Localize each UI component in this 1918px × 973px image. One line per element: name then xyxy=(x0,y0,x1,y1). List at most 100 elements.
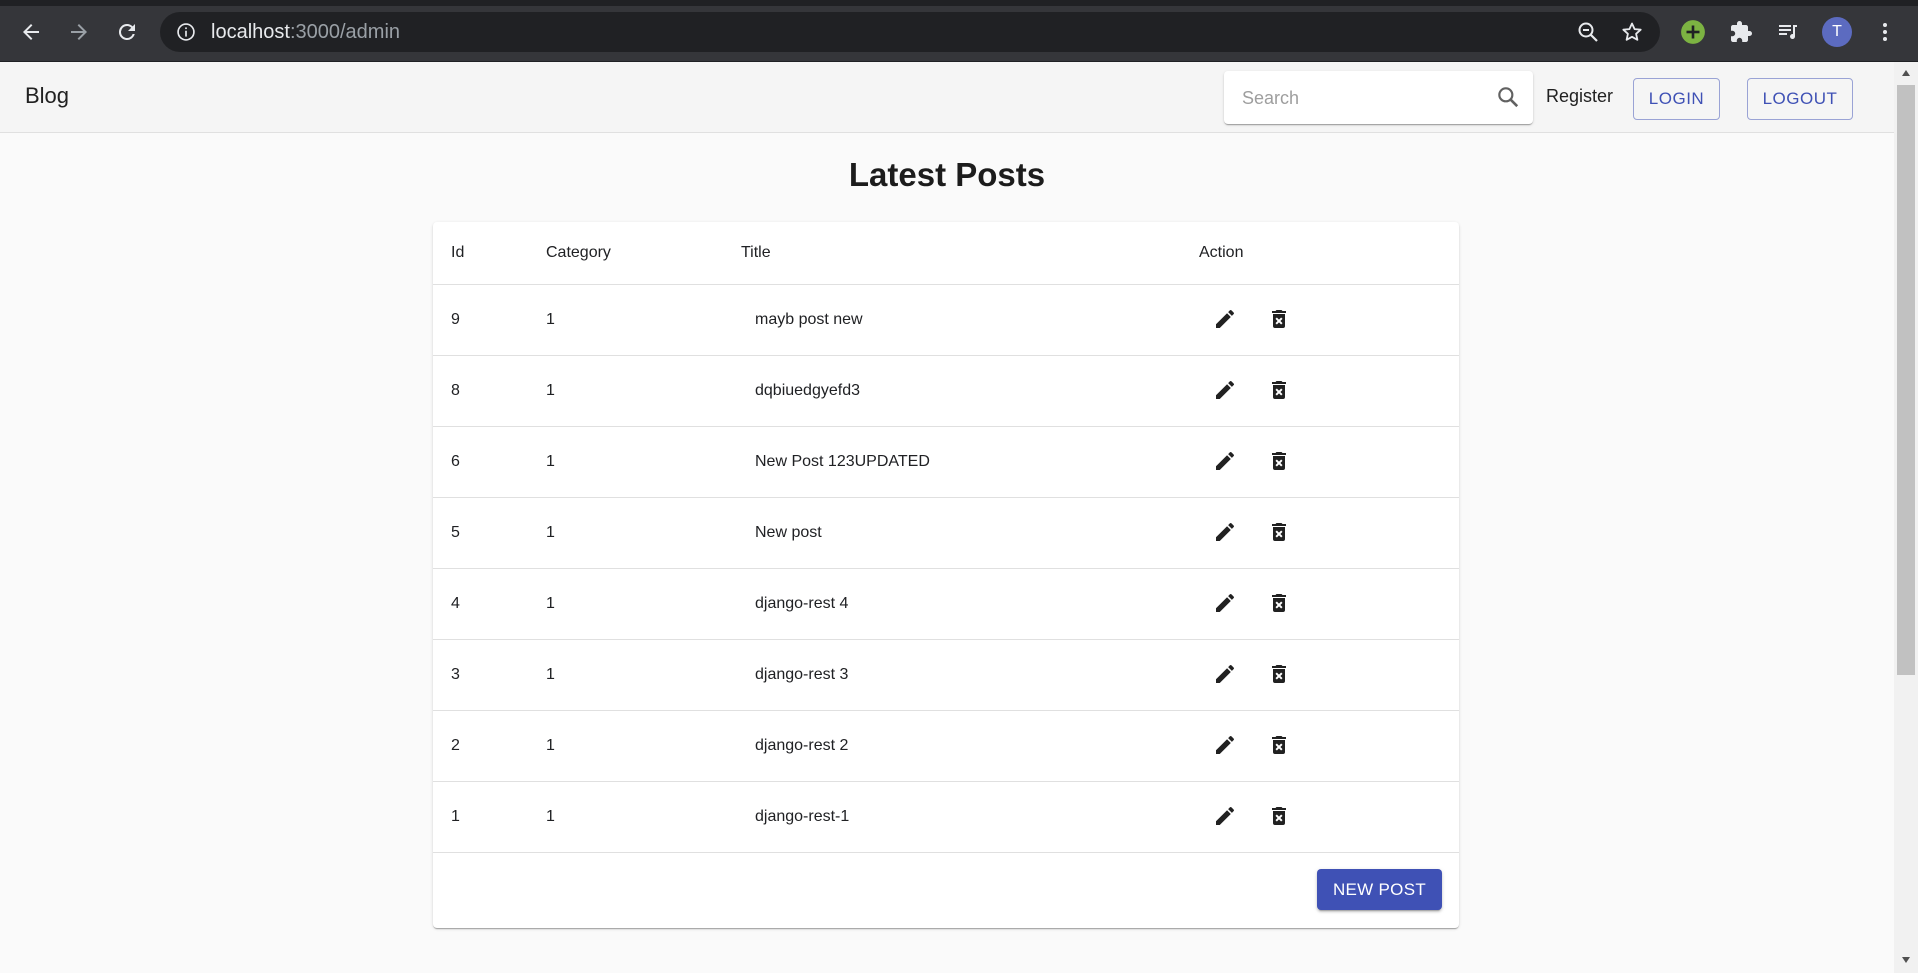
cell-id: 3 xyxy=(451,666,460,683)
brand-title[interactable]: Blog xyxy=(25,83,69,109)
login-button[interactable]: LOGIN xyxy=(1633,78,1720,120)
cell-id: 9 xyxy=(451,311,460,328)
new-post-button[interactable]: NEW POST xyxy=(1317,869,1442,910)
table-row: 9 1 mayb post new xyxy=(433,285,1459,356)
url-path: :3000/admin xyxy=(289,21,401,43)
edit-button[interactable] xyxy=(1207,514,1243,550)
cell-category: 1 xyxy=(546,524,555,541)
cell-id: 5 xyxy=(451,524,460,541)
delete-forever-icon xyxy=(1272,594,1286,612)
cell-title[interactable]: mayb post new xyxy=(755,311,863,329)
edit-icon xyxy=(1216,593,1235,612)
address-bar[interactable]: localhost:3000/admin xyxy=(160,12,1660,52)
edit-icon xyxy=(1216,664,1235,683)
cell-title[interactable]: django-rest 2 xyxy=(755,737,848,755)
column-header-action: Action xyxy=(1199,244,1244,261)
edit-icon xyxy=(1216,309,1235,328)
edit-icon xyxy=(1216,735,1235,754)
media-queue-icon[interactable] xyxy=(1772,16,1804,48)
cell-id: 2 xyxy=(451,737,460,754)
edit-button[interactable] xyxy=(1207,372,1243,408)
cell-category: 1 xyxy=(546,737,555,754)
edit-icon xyxy=(1216,522,1235,541)
edit-button[interactable] xyxy=(1207,301,1243,337)
cell-category: 1 xyxy=(546,453,555,470)
scroll-up-arrow-icon[interactable] xyxy=(1899,66,1913,80)
cell-title[interactable]: django-rest-1 xyxy=(755,808,849,826)
delete-forever-icon xyxy=(1272,381,1286,399)
url-text[interactable]: localhost:3000/admin xyxy=(211,21,400,44)
extension-add-icon[interactable] xyxy=(1677,16,1709,48)
delete-button[interactable] xyxy=(1261,372,1297,408)
edit-button[interactable] xyxy=(1207,656,1243,692)
cell-category: 1 xyxy=(546,595,555,612)
logout-button[interactable]: LOGOUT xyxy=(1747,78,1853,120)
delete-button[interactable] xyxy=(1261,443,1297,479)
tab-strip xyxy=(0,0,1918,6)
scroll-down-arrow-icon[interactable] xyxy=(1899,953,1913,967)
more-vert-icon[interactable] xyxy=(1869,16,1901,48)
delete-forever-icon xyxy=(1272,523,1286,541)
edit-icon xyxy=(1216,806,1235,825)
cell-id: 6 xyxy=(451,453,460,470)
cell-category: 1 xyxy=(546,311,555,328)
column-header-category: Category xyxy=(546,244,611,261)
edit-button[interactable] xyxy=(1207,585,1243,621)
delete-forever-icon xyxy=(1272,310,1286,328)
table-row: 5 1 New post xyxy=(433,498,1459,569)
register-link[interactable]: Register xyxy=(1546,86,1613,107)
forward-button[interactable] xyxy=(61,14,97,50)
browser-toolbar: localhost:3000/admin T xyxy=(0,0,1918,61)
info-icon[interactable] xyxy=(176,22,196,47)
cell-id: 1 xyxy=(451,808,460,825)
cell-category: 1 xyxy=(546,808,555,825)
edit-button[interactable] xyxy=(1207,443,1243,479)
table-row: 4 1 django-rest 4 xyxy=(433,569,1459,640)
delete-forever-icon xyxy=(1272,665,1286,683)
url-host: localhost xyxy=(211,21,290,43)
table-row: 8 1 dqbiuedgyefd3 xyxy=(433,356,1459,427)
cell-title[interactable]: django-rest 4 xyxy=(755,595,848,613)
table-row: 2 1 django-rest 2 xyxy=(433,711,1459,782)
back-button[interactable] xyxy=(13,14,49,50)
puzzle-icon[interactable] xyxy=(1725,16,1757,48)
delete-forever-icon xyxy=(1272,736,1286,754)
table-row: 3 1 django-rest 3 xyxy=(433,640,1459,711)
delete-button[interactable] xyxy=(1261,301,1297,337)
edit-icon xyxy=(1216,451,1235,470)
back-arrow-icon xyxy=(23,24,39,40)
search-input[interactable] xyxy=(1240,83,1484,113)
reload-icon xyxy=(118,23,135,40)
page-title: Latest Posts xyxy=(848,156,1046,193)
delete-button[interactable] xyxy=(1261,798,1297,834)
cell-category: 1 xyxy=(546,666,555,683)
cell-id: 4 xyxy=(451,595,460,612)
search-box[interactable] xyxy=(1224,71,1533,124)
delete-forever-icon xyxy=(1272,452,1286,470)
cell-id: 8 xyxy=(451,382,460,399)
edit-button[interactable] xyxy=(1207,727,1243,763)
delete-button[interactable] xyxy=(1261,585,1297,621)
delete-forever-icon xyxy=(1272,807,1286,825)
delete-button[interactable] xyxy=(1261,727,1297,763)
delete-button[interactable] xyxy=(1261,514,1297,550)
reload-button[interactable] xyxy=(109,14,145,50)
profile-avatar[interactable]: T xyxy=(1822,17,1852,47)
search-icon[interactable] xyxy=(1495,84,1521,115)
avatar-letter: T xyxy=(1832,23,1842,40)
edit-button[interactable] xyxy=(1207,798,1243,834)
delete-button[interactable] xyxy=(1261,656,1297,692)
table-header: Id Category Title Action xyxy=(433,222,1459,285)
table-row: 6 1 New Post 123UPDATED xyxy=(433,427,1459,498)
cell-title[interactable]: New post xyxy=(755,524,822,542)
cell-title[interactable]: django-rest 3 xyxy=(755,666,848,684)
cell-title[interactable]: dqbiuedgyefd3 xyxy=(755,382,860,400)
forward-arrow-icon xyxy=(71,24,87,40)
edit-icon xyxy=(1216,380,1235,399)
star-icon[interactable] xyxy=(1620,20,1644,49)
zoom-out-icon[interactable] xyxy=(1576,20,1600,49)
table-row: 1 1 django-rest-1 xyxy=(433,782,1459,853)
scrollbar-thumb[interactable] xyxy=(1897,85,1915,675)
cell-title[interactable]: New Post 123UPDATED xyxy=(755,453,930,471)
column-header-id: Id xyxy=(451,244,465,261)
